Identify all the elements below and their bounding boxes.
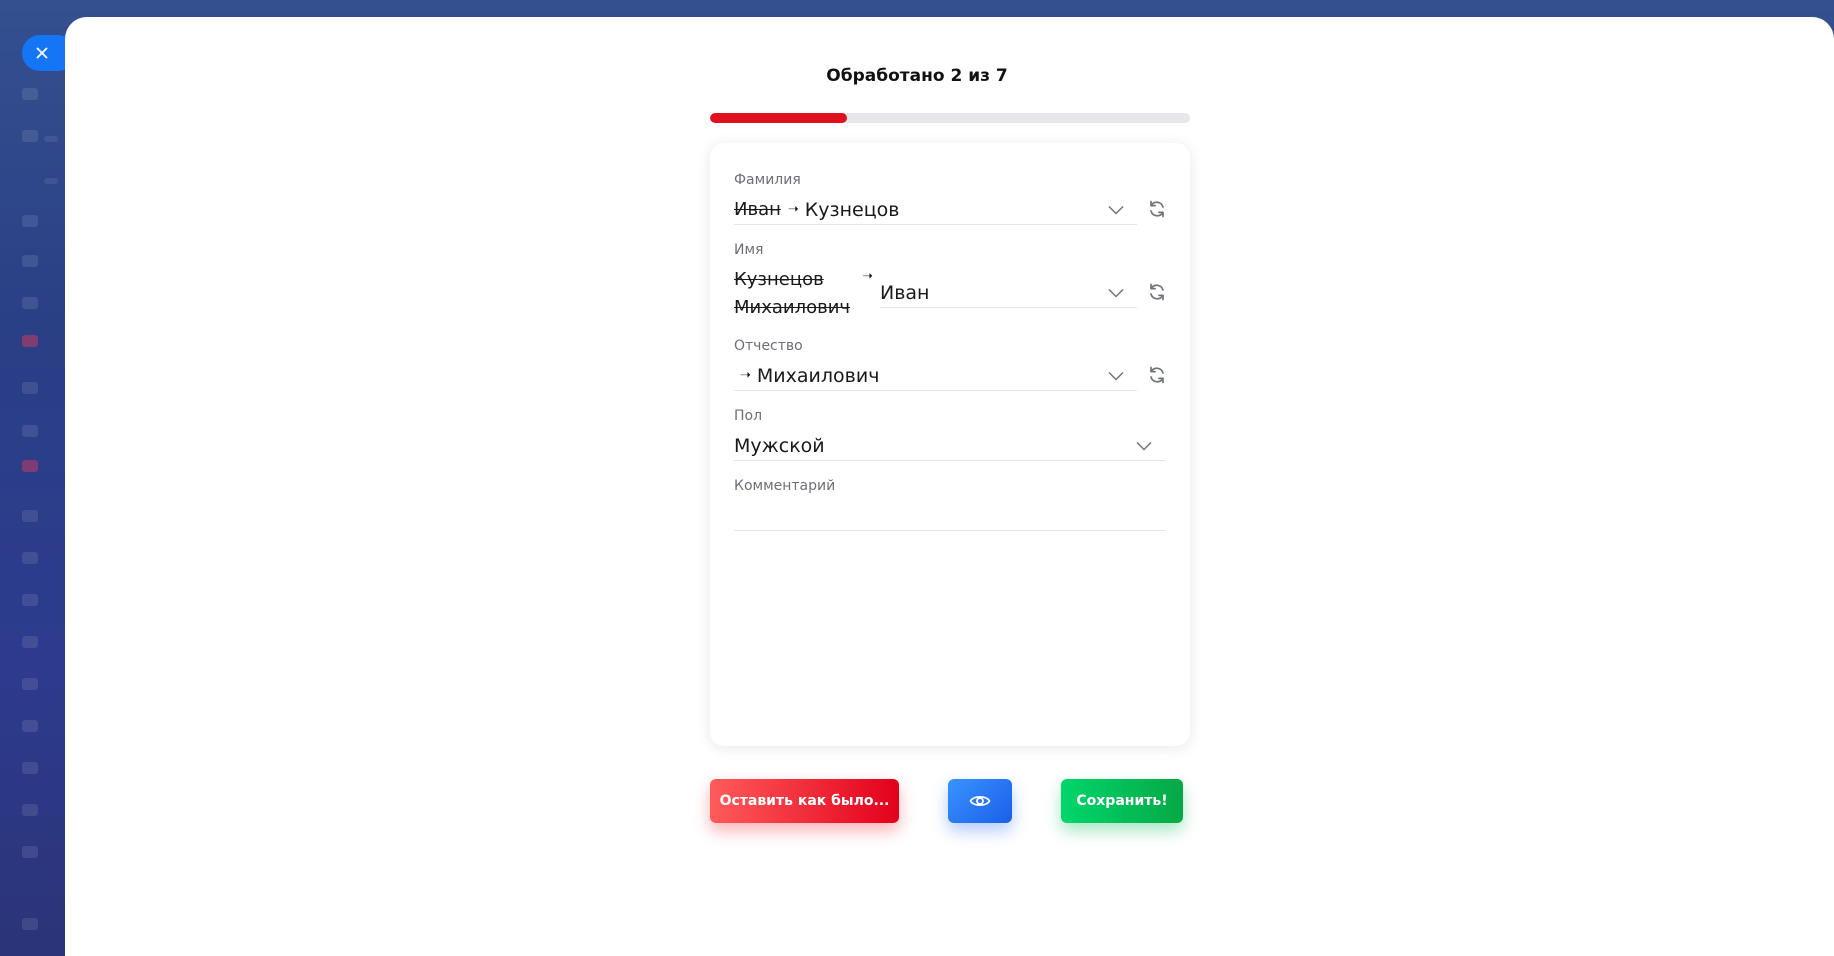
patronymic-label: Отчество: [734, 338, 803, 354]
background-sidebar-icon: [22, 425, 38, 437]
background-sidebar-icon: [22, 460, 38, 472]
keep-original-button[interactable]: Оставить как было...: [710, 779, 899, 823]
background-sidebar-icon: [22, 382, 38, 394]
background-sidebar-icon: [22, 215, 38, 227]
save-button-label: Сохранить!: [1076, 793, 1168, 809]
chevron-down-icon[interactable]: [1108, 371, 1124, 381]
background-sidebar-icon: [22, 88, 38, 100]
background-sidebar-icon: [22, 594, 38, 606]
refresh-icon[interactable]: [1147, 365, 1167, 385]
comment-label: Комментарий: [734, 478, 836, 494]
background-sidebar-icon: [22, 552, 38, 564]
patronymic-select[interactable]: ➝ Михаилович: [734, 361, 1137, 391]
comment-input[interactable]: [734, 501, 1166, 531]
name-old-value-line: Кузнецов: [734, 269, 824, 290]
name-old-value-line: Михаилович: [734, 297, 851, 318]
background-divider: [44, 178, 58, 184]
gender-select[interactable]: Мужской: [734, 431, 1166, 461]
arrow-icon: ➝: [787, 202, 799, 217]
surname-select[interactable]: Иван ➝ Кузнецов: [734, 195, 1137, 225]
progress-bar-fill: [710, 113, 848, 123]
surname-new-value: Кузнецов: [804, 198, 900, 221]
background-sidebar-icon: [22, 762, 38, 774]
background-sidebar-icon: [22, 918, 38, 930]
background-sidebar-icon: [22, 678, 38, 690]
chevron-down-icon[interactable]: [1108, 288, 1124, 298]
refresh-icon[interactable]: [1147, 282, 1167, 302]
chevron-down-icon[interactable]: [1108, 205, 1124, 215]
surname-old-value: Иван: [734, 199, 781, 220]
gender-label: Пол: [734, 408, 763, 424]
chevron-down-icon[interactable]: [1136, 441, 1152, 451]
person-form-card: Фамилия Иван ➝ Кузнецов Имя Кузнецов Мих…: [710, 143, 1190, 746]
name-select[interactable]: Иван: [880, 278, 1137, 308]
keep-original-button-label: Оставить как было...: [719, 793, 890, 809]
background-sidebar-icon: [22, 720, 38, 732]
background-sidebar-icon: [22, 297, 38, 309]
surname-label: Фамилия: [734, 172, 801, 188]
close-icon: [36, 47, 48, 59]
background-sidebar-icon: [22, 130, 38, 142]
name-label: Имя: [734, 242, 764, 258]
background-sidebar-icon: [22, 255, 38, 267]
arrow-icon: ➝: [740, 368, 751, 383]
eye-icon: [969, 795, 991, 807]
name-old-value: Кузнецов Михаилович: [734, 266, 854, 322]
progress-title: Обработано 2 из 7: [826, 66, 1008, 86]
patronymic-new-value: Михаилович: [756, 364, 880, 387]
preview-button[interactable]: [948, 779, 1012, 823]
gender-value: Мужской: [734, 434, 825, 457]
background-sidebar-icon: [22, 804, 38, 816]
background-sidebar-icon: [22, 335, 38, 347]
background-sidebar-icon: [22, 846, 38, 858]
arrow-icon: ➝: [862, 269, 873, 284]
refresh-icon[interactable]: [1147, 199, 1167, 219]
progress-bar: [710, 113, 1190, 123]
background-sidebar-icon: [22, 510, 38, 522]
name-new-value: Иван: [880, 281, 930, 304]
save-button[interactable]: Сохранить!: [1061, 779, 1183, 823]
background-divider: [44, 136, 58, 142]
background-sidebar-icon: [22, 636, 38, 648]
